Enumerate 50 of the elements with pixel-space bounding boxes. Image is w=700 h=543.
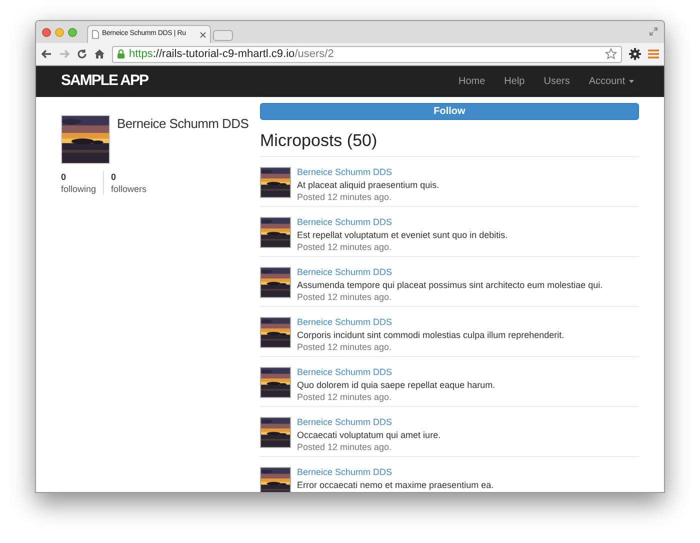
nav-link[interactable]: Users (544, 74, 570, 89)
micropost-author[interactable]: Berneice Schumm DDS (297, 266, 603, 278)
micropost-timestamp: Posted 12 minutes ago. (297, 441, 393, 454)
stat-count: 0 (61, 171, 68, 183)
stat-label: followers (111, 183, 147, 195)
micropost-author[interactable]: Berneice Schumm DDS (297, 216, 508, 228)
micropost-timestamp: Posted 12 minutes ago. (297, 291, 393, 304)
micropost-timestamp: Posted 12 minutes ago. (297, 341, 393, 354)
menu-icon[interactable] (648, 49, 659, 59)
address-bar[interactable]: https://rails-tutorial-c9-mhartl.c9.io/users/2 (112, 46, 622, 62)
micropost-author[interactable]: Berneice Schumm DDS (297, 166, 440, 178)
star-icon[interactable] (605, 48, 617, 60)
settings-icon[interactable] (629, 48, 641, 60)
micropost-content: At placeat aliquid praesentium quis. (297, 178, 440, 191)
new-tab-button[interactable] (213, 30, 233, 41)
app-logo[interactable]: SAMPLE APP (61, 70, 458, 93)
close-tab-icon[interactable] (200, 32, 206, 38)
follow-button[interactable]: Follow (260, 103, 639, 120)
reload-icon[interactable] (77, 49, 87, 59)
caret-icon (629, 80, 634, 83)
micropost-author[interactable]: Berneice Schumm DDS (297, 466, 494, 478)
micropost-content: Est repellat voluptatum et eveniet sunt quo in debitis. (297, 228, 508, 241)
stat-count: 0 (111, 171, 118, 183)
forward-icon[interactable] (59, 49, 70, 59)
micropost-author[interactable]: Berneice Schumm DDS (297, 416, 441, 428)
micropost-content: Occaecati voluptatum qui amet iure. (297, 428, 441, 441)
microposts-heading: Microposts (50) (260, 130, 639, 157)
micropost-author[interactable]: Berneice Schumm DDS (297, 316, 564, 328)
micropost-timestamp: Posted 12 minutes ago. (297, 191, 393, 204)
lock-icon (117, 49, 125, 59)
back-icon[interactable] (41, 49, 52, 59)
home-icon[interactable] (94, 49, 105, 59)
micropost-content: Quo dolorem id quia saepe repellat eaque harum. (297, 378, 496, 391)
maximize-window-icon[interactable] (68, 28, 77, 36)
micropost-content: Error occaecati nemo et maxime praesentium ea. (297, 478, 494, 491)
micropost-timestamp: Posted 12 minutes ago. (297, 391, 393, 404)
url-text: https://rails-tutorial-c9-mhartl.c9.io/users/2 (129, 46, 335, 62)
nav-link[interactable]: Home (458, 74, 486, 89)
micropost-author[interactable]: Berneice Schumm DDS (297, 366, 496, 378)
nav-link[interactable]: Account (588, 74, 634, 89)
micropost-timestamp: Posted 12 minutes ago. (297, 241, 393, 254)
fullscreen-icon[interactable] (649, 27, 658, 36)
nav-link[interactable]: Help (504, 74, 525, 89)
close-window-icon[interactable] (42, 28, 51, 36)
profile-name: Berneice Schumm DDS (117, 117, 249, 130)
stat-label: following (61, 183, 96, 195)
minimize-window-icon[interactable] (55, 28, 64, 36)
micropost-content: Corporis incidunt sint commodi molestias culpa illum reprehenderit. (297, 328, 564, 341)
page-icon (92, 30, 99, 39)
micropost-content: Assumenda tempore qui placeat possimus sint architecto eum molestiae qui. (297, 278, 603, 291)
